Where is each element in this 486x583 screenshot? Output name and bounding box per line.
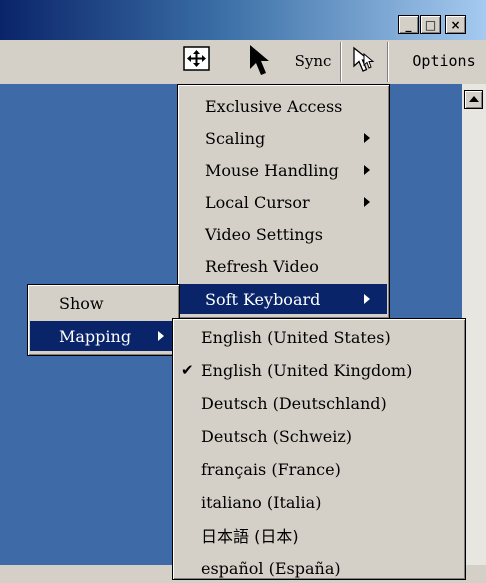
menu-item-refresh-video[interactable]: Refresh Video [180, 251, 387, 281]
submenu-arrow-icon [364, 197, 370, 207]
toolbar-separator [340, 42, 342, 82]
menu-item-show[interactable]: Show [30, 288, 177, 318]
pointer-icon [247, 43, 273, 81]
submenu-arrow-icon [364, 165, 370, 175]
soft-keyboard-submenu: Show Mapping [27, 284, 180, 356]
fit-screen-button[interactable] [182, 46, 211, 75]
submenu-arrow-icon [158, 331, 164, 341]
menu-item-francais-france[interactable]: français (France) [175, 454, 463, 484]
single-cursor-icon [351, 46, 375, 78]
menu-item-espanol-espana[interactable]: español (España) [175, 553, 463, 583]
title-bar: _ □ × [0, 0, 486, 40]
fit-screen-icon [183, 46, 210, 75]
menu-item-local-cursor[interactable]: Local Cursor [180, 187, 387, 217]
menu-item-deutsch-deutschland[interactable]: Deutsch (Deutschland) [175, 388, 463, 418]
submenu-arrow-icon [364, 294, 370, 304]
minimize-button[interactable]: _ [398, 15, 419, 34]
options-button[interactable]: Options [406, 50, 482, 72]
menu-item-mapping[interactable]: Mapping [30, 321, 177, 351]
single-cursor-button[interactable] [349, 46, 377, 78]
pointer-button[interactable] [245, 44, 275, 80]
menu-item-english-uk[interactable]: ✔ English (United Kingdom) [175, 355, 463, 385]
scroll-up-arrow[interactable] [464, 90, 483, 109]
sync-button[interactable]: Sync [289, 50, 337, 72]
menu-item-japanese[interactable]: 日本語 (日本) [175, 520, 463, 550]
menu-item-soft-keyboard[interactable]: Soft Keyboard [180, 284, 387, 314]
menu-item-deutsch-schweiz[interactable]: Deutsch (Schweiz) [175, 421, 463, 451]
menu-item-video-settings[interactable]: Video Settings [180, 219, 387, 249]
mapping-submenu: English (United States) ✔ English (Unite… [172, 318, 466, 580]
toolbar-separator [387, 42, 389, 82]
options-menu: Exclusive Access Scaling Mouse Handling … [177, 84, 390, 319]
maximize-button[interactable]: □ [420, 15, 441, 34]
menu-item-italiano-italia[interactable]: italiano (Italia) [175, 487, 463, 517]
menu-item-english-us[interactable]: English (United States) [175, 322, 463, 352]
close-button[interactable]: × [445, 15, 466, 34]
toolbar: Sync Options [0, 40, 486, 84]
menu-item-mouse-handling[interactable]: Mouse Handling [180, 155, 387, 185]
menu-item-exclusive-access[interactable]: Exclusive Access [180, 91, 387, 121]
checkmark-icon: ✔ [181, 361, 194, 379]
submenu-arrow-icon [364, 133, 370, 143]
menu-item-scaling[interactable]: Scaling [180, 123, 387, 153]
